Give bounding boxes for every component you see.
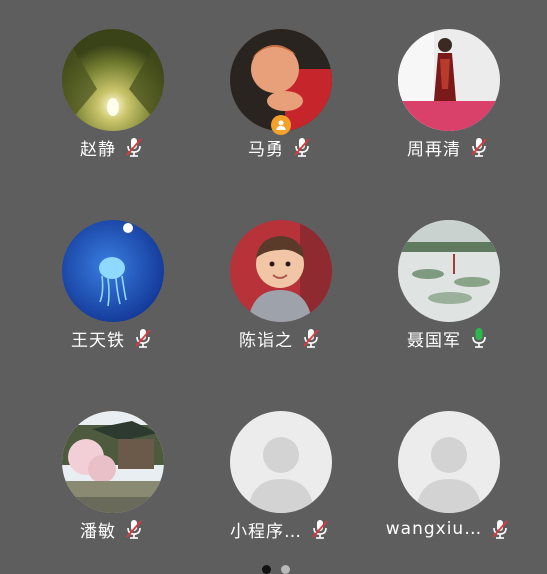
mic-muted-icon xyxy=(303,329,319,348)
participant-tile[interactable]: 潘敏 xyxy=(32,411,192,561)
participant-tile[interactable]: 小程序… xyxy=(200,411,360,561)
avatar xyxy=(62,29,164,131)
avatar xyxy=(62,220,164,322)
mic-on-icon xyxy=(472,328,486,348)
avatar xyxy=(398,29,500,131)
participant-name: 马勇 xyxy=(248,139,284,160)
participant-tile[interactable]: 马勇 xyxy=(200,29,360,179)
host-badge xyxy=(271,115,291,135)
mic-muted-icon xyxy=(126,138,142,157)
participant-name: 潘敏 xyxy=(80,521,116,542)
participant-grid: 赵静 马勇 周再清 王天铁 陈诣之 聂国军 潘敏 小程序… wangxiu… xyxy=(0,0,547,574)
default-avatar-icon xyxy=(398,411,500,513)
participant-tile[interactable]: 赵静 xyxy=(32,29,192,179)
participant-tile[interactable]: 聂国军 xyxy=(368,220,528,370)
participant-name: 周再清 xyxy=(407,139,461,160)
mic-muted-icon xyxy=(312,520,328,539)
avatar xyxy=(230,220,332,322)
participant-name: 小程序… xyxy=(230,521,302,542)
participant-tile[interactable]: 王天铁 xyxy=(32,220,192,370)
page-dot[interactable] xyxy=(281,565,290,574)
mic-muted-icon xyxy=(135,329,151,348)
participant-name: 聂国军 xyxy=(407,330,461,351)
participant-name: wangxiu… xyxy=(385,519,483,539)
avatar xyxy=(62,411,164,513)
participant-tile[interactable]: wangxiu… xyxy=(368,411,528,561)
default-avatar-icon xyxy=(230,411,332,513)
participant-tile[interactable]: 陈诣之 xyxy=(200,220,360,370)
participant-name: 陈诣之 xyxy=(239,330,293,351)
page-indicator[interactable] xyxy=(262,565,290,574)
mic-muted-icon xyxy=(492,520,508,539)
person-icon xyxy=(276,120,286,130)
mic-muted-icon xyxy=(126,520,142,539)
avatar xyxy=(398,220,500,322)
mic-muted-icon xyxy=(294,138,310,157)
participant-tile[interactable]: 周再清 xyxy=(368,29,528,179)
page-dot-active[interactable] xyxy=(262,565,271,574)
participant-name: 赵静 xyxy=(80,139,116,160)
mic-muted-icon xyxy=(471,138,487,157)
participant-name: 王天铁 xyxy=(71,330,125,351)
